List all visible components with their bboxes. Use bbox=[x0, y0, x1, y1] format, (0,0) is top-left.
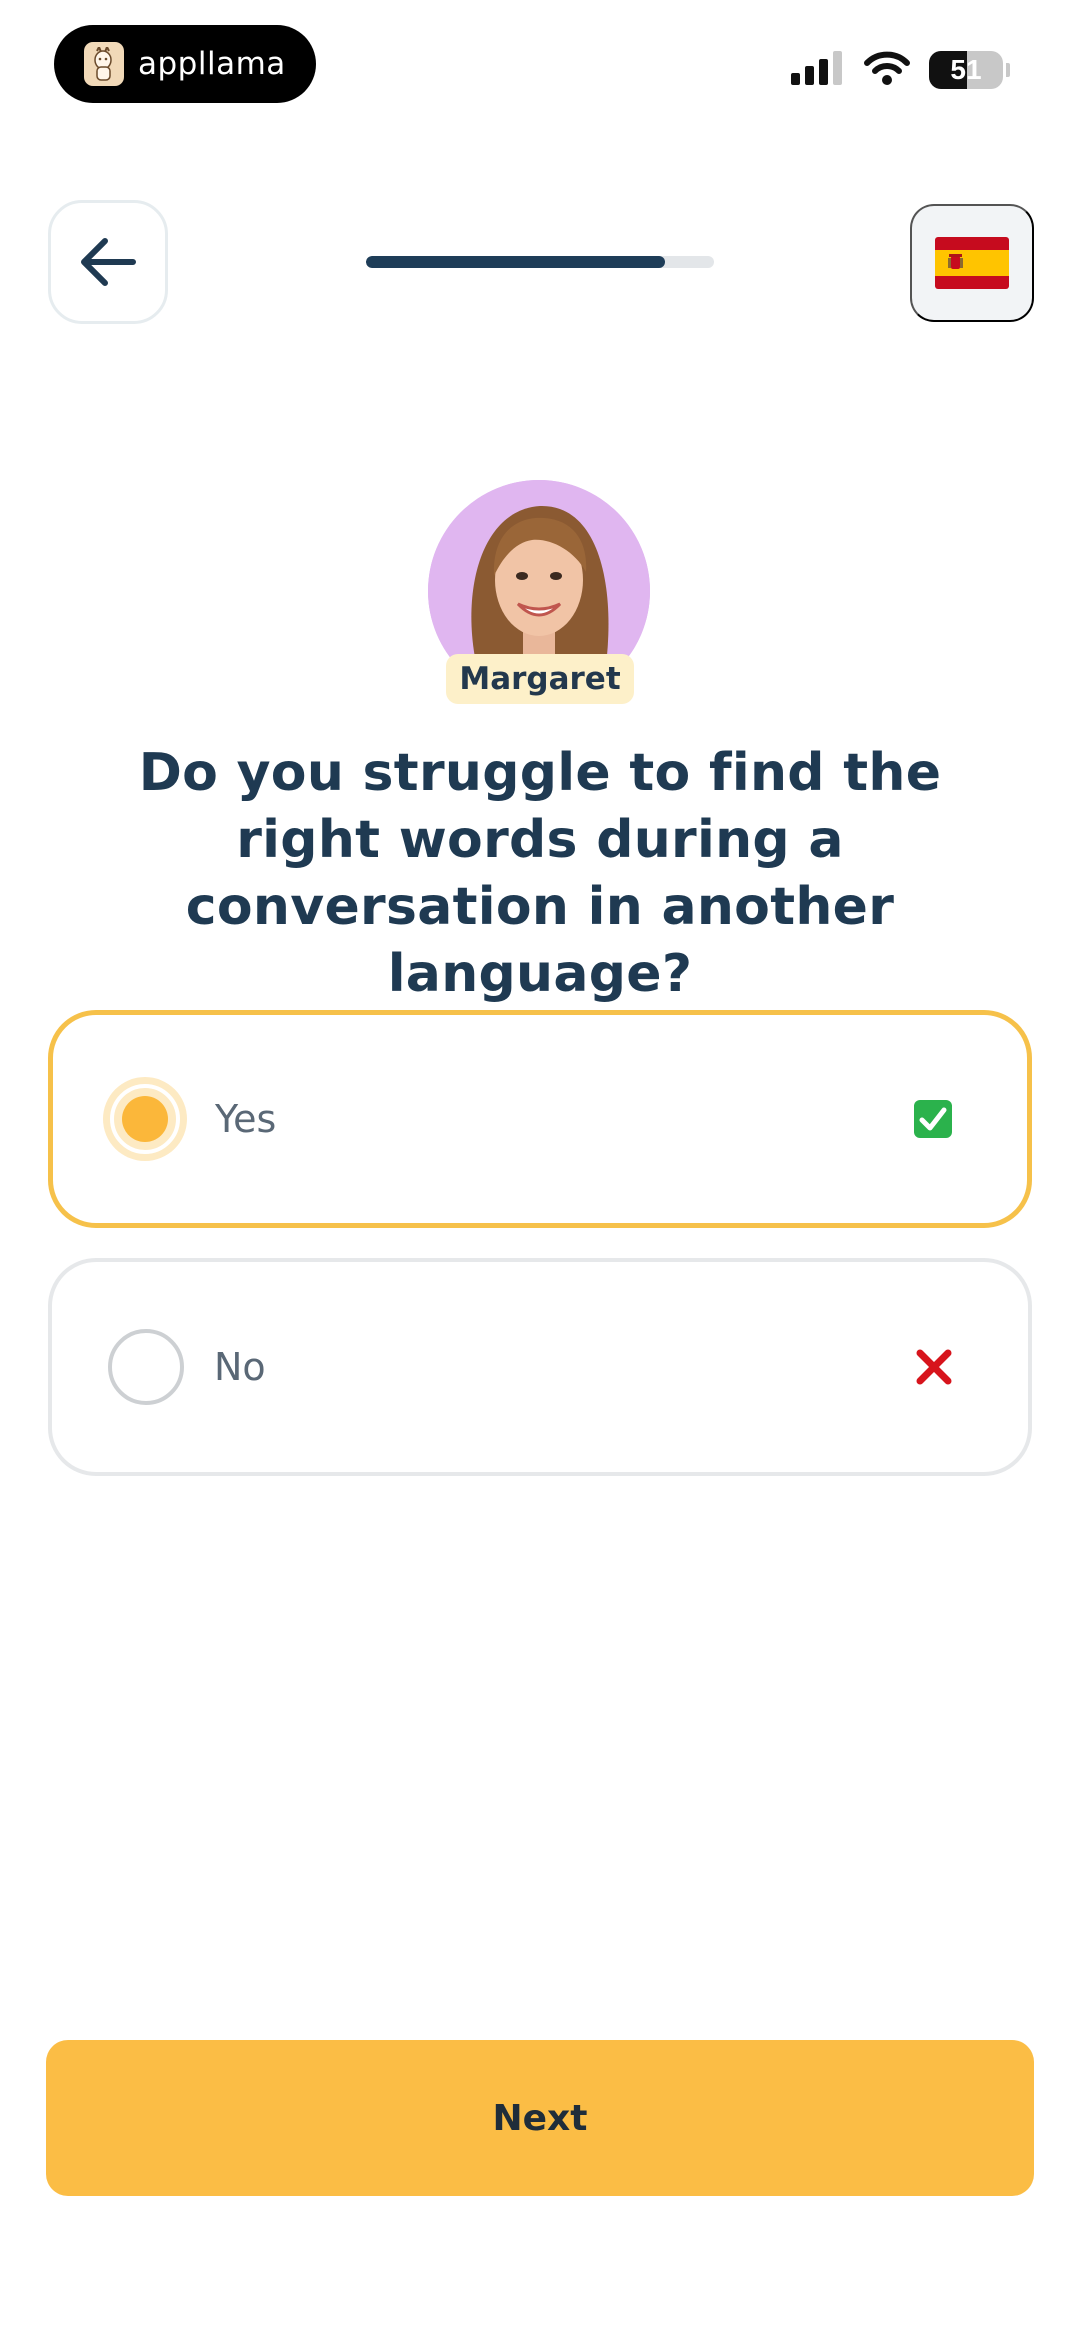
battery-tip bbox=[1006, 63, 1010, 77]
progress-bar-fill bbox=[366, 256, 666, 268]
onboarding-screen: appllama 51 Margaret Do you struggle to … bbox=[0, 0, 1080, 2336]
tutor-name-tag: Margaret bbox=[446, 654, 634, 704]
radio-unselected[interactable] bbox=[108, 1329, 184, 1405]
option-label: Yes bbox=[215, 1097, 277, 1141]
option-no[interactable]: No bbox=[48, 1258, 1032, 1476]
arrow-left-icon bbox=[81, 238, 136, 286]
back-button[interactable] bbox=[48, 200, 168, 324]
cellular-signal-icon bbox=[791, 51, 845, 89]
wifi-icon bbox=[863, 51, 911, 89]
option-label: No bbox=[214, 1345, 266, 1389]
red-x-icon bbox=[914, 1347, 954, 1387]
question-text: Do you struggle to find the right words … bbox=[138, 743, 942, 1004]
green-check-icon bbox=[913, 1099, 953, 1139]
progress-bar bbox=[366, 256, 714, 268]
battery-level: 51 bbox=[950, 54, 982, 85]
app-name: appllama bbox=[138, 46, 286, 82]
radio-selected[interactable] bbox=[103, 1077, 187, 1161]
battery-icon: 51 bbox=[929, 51, 1003, 89]
language-button[interactable] bbox=[910, 204, 1034, 322]
option-yes[interactable]: Yes bbox=[48, 1010, 1032, 1228]
status-indicators: 51 bbox=[791, 50, 1010, 90]
spain-flag-icon bbox=[935, 237, 1009, 289]
llama-logo-icon bbox=[84, 42, 124, 86]
app-indicator-pill[interactable]: appllama bbox=[54, 25, 316, 103]
next-button[interactable]: Next bbox=[46, 2040, 1034, 2196]
